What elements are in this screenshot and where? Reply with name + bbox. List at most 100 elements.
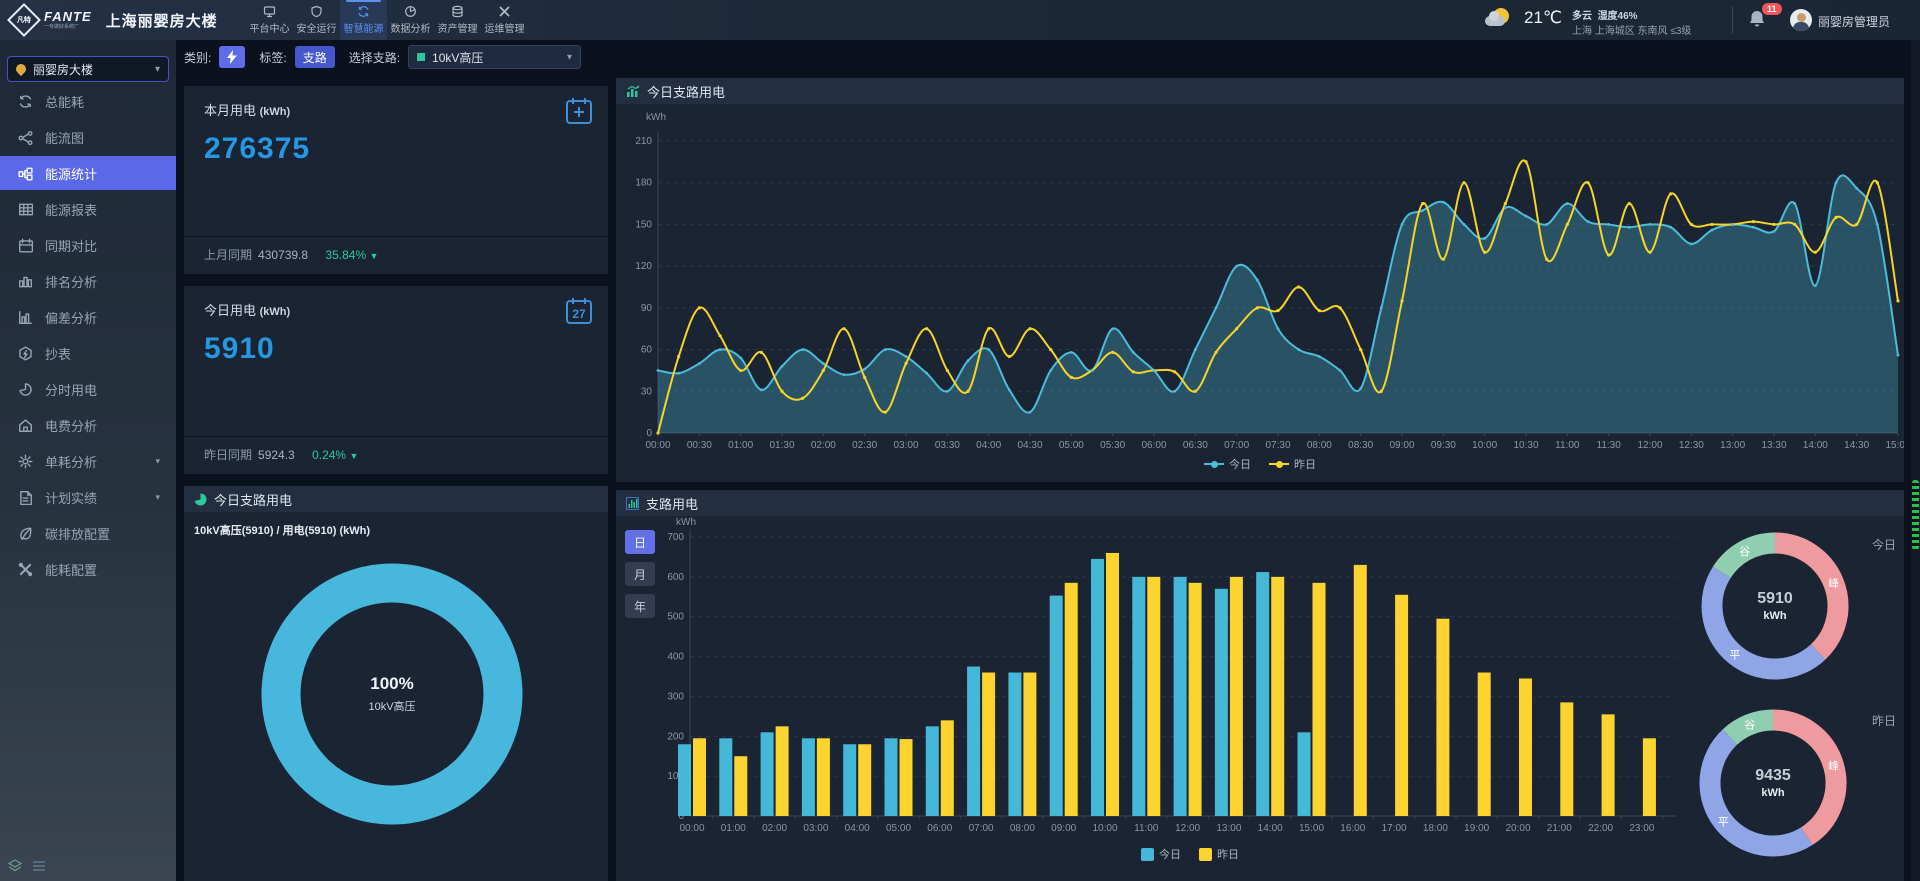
flow-icon [18, 130, 33, 145]
sidebar-item-14[interactable]: 能耗配置 [0, 552, 176, 586]
svg-text:13:00: 13:00 [1720, 440, 1745, 451]
legend-item-昨日[interactable]: 昨日 [1269, 456, 1316, 472]
weather-icon [1483, 6, 1517, 34]
svg-text:04:30: 04:30 [1017, 440, 1042, 451]
sidebar-item-label: 能源统计 [45, 164, 97, 183]
sidebar-menu: 总能耗能流图能源统计能源报表同期对比排名分析偏差分析抄表分时用电电费分析单耗分析… [0, 84, 176, 588]
main-nav: 平台中心安全运行智慧能源数据分析资产管理运维管理 [246, 0, 528, 40]
notification-bell-icon[interactable]: 11 [1748, 9, 1774, 35]
avatar[interactable] [1790, 9, 1812, 31]
svg-text:60: 60 [641, 345, 653, 356]
tag-label: 标签: [259, 49, 286, 66]
sidebar-item-10[interactable]: 电费分析 [0, 408, 176, 442]
panel-title: 支路用电 [646, 494, 698, 513]
svg-text:13:00: 13:00 [1216, 823, 1241, 834]
legend-item-昨日[interactable]: 昨日 [1199, 846, 1239, 862]
svg-text:180: 180 [635, 178, 652, 189]
legend-item-今日[interactable]: 今日 [1204, 456, 1251, 472]
svg-text:12:00: 12:00 [1637, 440, 1662, 451]
electricity-category-button[interactable] [219, 46, 245, 68]
svg-text:23:00: 23:00 [1629, 823, 1654, 834]
sidebar-item-1[interactable]: 总能耗 [0, 84, 176, 118]
card-title: 本月用电 (kWh) [204, 100, 290, 119]
sidebar-item-12[interactable]: 计划实绩▾ [0, 480, 176, 514]
list-icon[interactable] [32, 859, 46, 873]
sidebar-item-4[interactable]: 能源报表 [0, 192, 176, 226]
sidebar-item-3[interactable]: 能源统计 [0, 156, 176, 190]
branch-color-swatch [417, 53, 425, 61]
house-icon [18, 418, 33, 433]
today-usage-value: 5910 [204, 332, 275, 366]
tou-today-unit: kWh [1695, 610, 1855, 622]
sidebar-item-11[interactable]: 单耗分析▾ [0, 444, 176, 478]
today-branch-line-panel: 今日支路用电 kWh030609012015018021000:0000:300… [616, 78, 1904, 482]
bar-chart: kWh010020030040050060070000:0001:0002:00… [616, 516, 1706, 846]
logo-group: 凡特 FANTE 一专做好系统厂 上海丽婴房大楼 [10, 0, 218, 40]
sidebar-item-9[interactable]: 分时用电 [0, 372, 176, 406]
app-title: 上海丽婴房大楼 [106, 10, 218, 31]
nav-item-3[interactable]: 智慧能源 [340, 0, 387, 40]
svg-text:谷: 谷 [1744, 718, 1755, 731]
nav-item-2[interactable]: 安全运行 [293, 0, 340, 40]
layers-icon[interactable] [8, 859, 22, 873]
chevron-down-icon: ▾ [567, 52, 572, 63]
tou-today-value: 5910 [1695, 590, 1855, 608]
scrollbar-thumb[interactable] [1912, 480, 1919, 550]
svg-text:30: 30 [641, 386, 653, 397]
month-usage-card: 本月用电 (kWh) 276375 上月同期430739.8 35.84% ▼ [184, 86, 608, 274]
stats-icon [18, 166, 33, 181]
user-name[interactable]: 丽婴房管理员 [1818, 13, 1890, 30]
top-bar: 凡特 FANTE 一专做好系统厂 上海丽婴房大楼 平台中心安全运行智慧能源数据分… [0, 0, 1920, 40]
weather-location: 上海 上海城区 东南风 ≤3级 [1572, 22, 1691, 37]
svg-text:04:00: 04:00 [976, 440, 1001, 451]
tou-yesterday-label: 昨日 [1872, 712, 1896, 729]
sidebar-item-13[interactable]: 碳排放配置 [0, 516, 176, 550]
svg-text:06:00: 06:00 [927, 823, 952, 834]
nav-item-1[interactable]: 平台中心 [246, 0, 293, 40]
category-label: 类别: [184, 49, 211, 66]
sidebar-item-8[interactable]: 抄表 [0, 336, 176, 370]
sidebar-item-label: 能流图 [45, 128, 84, 147]
tou-today-label: 今日 [1872, 536, 1896, 553]
svg-text:200: 200 [667, 731, 684, 742]
svg-text:02:00: 02:00 [762, 823, 787, 834]
sidebar-item-7[interactable]: 偏差分析 [0, 300, 176, 334]
svg-text:07:30: 07:30 [1265, 440, 1290, 451]
branch-select[interactable]: 10kV高压 ▾ [408, 45, 581, 69]
branch-select-label: 选择支路: [349, 49, 400, 66]
svg-text:10:00: 10:00 [1472, 440, 1497, 451]
meter-icon [18, 346, 33, 361]
svg-text:05:00: 05:00 [1059, 440, 1084, 451]
sidebar-item-2[interactable]: 能流图 [0, 120, 176, 154]
svg-text:18:00: 18:00 [1423, 823, 1448, 834]
svg-text:07:00: 07:00 [1224, 440, 1249, 451]
sidebar-item-5[interactable]: 同期对比 [0, 228, 176, 262]
nav-label: 平台中心 [250, 20, 290, 35]
weather-condition: 多云 湿度46% [1572, 7, 1638, 22]
legend-item-今日[interactable]: 今日 [1141, 846, 1181, 862]
calendar-27-icon[interactable]: 27 [564, 296, 594, 326]
branch-tag-button[interactable]: 支路 [295, 46, 335, 68]
svg-text:平: 平 [1729, 650, 1740, 662]
database-icon [451, 5, 464, 18]
svg-text:120: 120 [635, 261, 652, 272]
nav-item-6[interactable]: 运维管理 [481, 0, 528, 40]
trend-down-icon: ▼ [349, 451, 358, 461]
fante-logo-icon: 凡特 [7, 3, 41, 37]
nav-item-4[interactable]: 数据分析 [387, 0, 434, 40]
svg-text:08:00: 08:00 [1010, 823, 1035, 834]
leaf-icon [18, 526, 33, 541]
svg-text:02:30: 02:30 [852, 440, 877, 451]
svg-text:05:30: 05:30 [1100, 440, 1125, 451]
temperature: 21℃ [1524, 8, 1562, 28]
calendar-add-icon[interactable] [564, 96, 594, 126]
nav-item-5[interactable]: 资产管理 [434, 0, 481, 40]
svg-text:400: 400 [667, 652, 684, 663]
sidebar-item-label: 排名分析 [45, 272, 97, 291]
svg-text:01:00: 01:00 [728, 440, 753, 451]
building-selector[interactable]: 丽婴房大楼 ▾ [7, 56, 169, 82]
sidebar-item-label: 碳排放配置 [45, 524, 110, 543]
nav-label: 安全运行 [297, 20, 337, 35]
divider [1732, 6, 1733, 34]
sidebar-item-6[interactable]: 排名分析 [0, 264, 176, 298]
